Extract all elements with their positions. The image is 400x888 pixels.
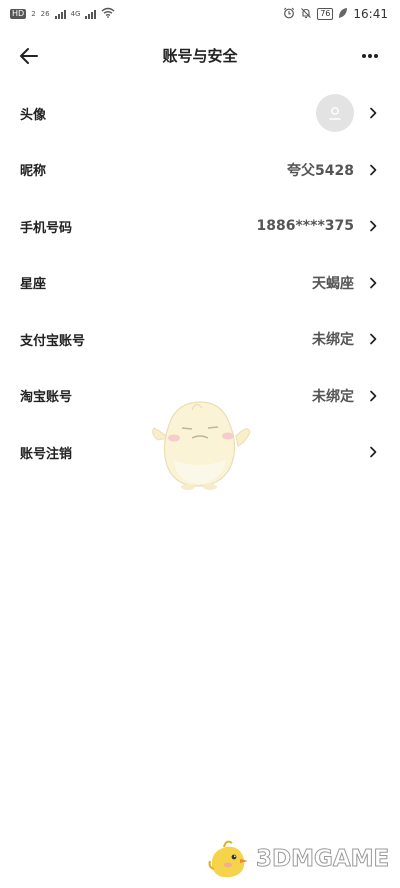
row-phone-number[interactable]: 手机号码 1886****375 bbox=[0, 198, 400, 255]
header: 账号与安全 bbox=[0, 28, 400, 84]
hd-badge: HD bbox=[10, 9, 27, 19]
row-value: 天蝎座 bbox=[312, 275, 354, 292]
row-label: 昵称 bbox=[20, 164, 47, 180]
battery-indicator: 76 bbox=[317, 8, 334, 20]
brand-logo-text: 3DMGAME bbox=[255, 846, 390, 873]
row-value: 未绑定 bbox=[312, 388, 354, 405]
leaf-icon bbox=[338, 7, 348, 22]
chevron-right-icon bbox=[368, 276, 378, 290]
row-value: 1886****375 bbox=[256, 218, 354, 235]
brand-logo-watermark: 3DMGAME bbox=[204, 834, 394, 884]
chevron-right-icon bbox=[368, 106, 378, 120]
sim-label: 2 bbox=[31, 10, 36, 18]
alarm-icon bbox=[283, 7, 295, 22]
chevron-right-icon bbox=[368, 389, 378, 403]
more-dots-icon bbox=[362, 54, 378, 58]
row-label: 手机号码 bbox=[20, 220, 73, 236]
chevron-right-icon bbox=[368, 219, 378, 233]
status-bar: HD 2 26 4G 76 16:41 bbox=[0, 0, 400, 28]
more-button[interactable] bbox=[358, 44, 382, 68]
page-title: 账号与安全 bbox=[162, 47, 238, 65]
row-nickname[interactable]: 昵称 夸父5428 bbox=[0, 142, 400, 199]
chevron-right-icon bbox=[368, 332, 378, 346]
status-left: HD 2 26 4G bbox=[10, 7, 115, 21]
signal-icon-2 bbox=[85, 9, 97, 19]
wifi-icon bbox=[101, 7, 115, 21]
signal-icon bbox=[54, 9, 66, 19]
clock-time: 16:41 bbox=[353, 7, 388, 21]
network-label-2: 4G bbox=[70, 10, 81, 18]
status-right: 76 16:41 bbox=[283, 7, 388, 22]
mute-bell-icon bbox=[300, 7, 312, 22]
row-label: 头像 bbox=[20, 107, 47, 123]
row-value: 夸父5428 bbox=[287, 162, 354, 179]
chick-logo-icon bbox=[208, 840, 248, 878]
row-avatar[interactable]: 头像 bbox=[0, 85, 400, 142]
row-value: 未绑定 bbox=[312, 332, 354, 349]
user-placeholder-icon bbox=[329, 107, 341, 120]
mascot-watermark-image bbox=[152, 401, 251, 490]
network-label-1: 26 bbox=[40, 10, 50, 18]
avatar[interactable] bbox=[316, 94, 354, 133]
chevron-right-icon bbox=[368, 163, 378, 177]
row-label: 星座 bbox=[20, 277, 47, 293]
chevron-right-icon bbox=[368, 445, 378, 459]
row-label: 支付宝账号 bbox=[20, 333, 86, 349]
row-alipay-account[interactable]: 支付宝账号 未绑定 bbox=[0, 311, 400, 368]
row-zodiac[interactable]: 星座 天蝎座 bbox=[0, 255, 400, 312]
